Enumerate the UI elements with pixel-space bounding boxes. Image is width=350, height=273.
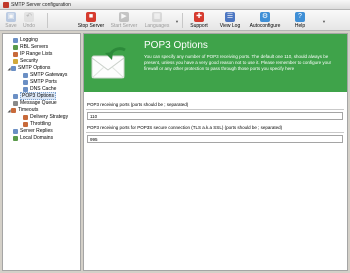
undo-button[interactable]: ↶ Undo [21, 11, 37, 30]
tree-item-pop3-options[interactable]: POP3 Options [13, 92, 56, 100]
save-icon: ▣ [6, 12, 16, 22]
tree-item-server-replies[interactable]: Server Replies [13, 128, 53, 134]
divider [86, 132, 344, 133]
toolbar-separator [47, 13, 48, 28]
settings-tree: Logging RBL Servers IP Range Lists Secur… [2, 33, 81, 271]
support-icon: ✚ [194, 12, 204, 22]
page-description: You can specify any number of POP3 recei… [144, 54, 332, 71]
tree-item-smtp-gateways[interactable]: SMTP Gateways [23, 72, 67, 78]
server-replies-icon [13, 128, 18, 134]
help-dropdown-arrow[interactable]: ▼ [322, 19, 326, 24]
throttling-icon [23, 121, 28, 127]
delivery-strategy-icon [23, 114, 28, 120]
support-button[interactable]: ✚ Support [188, 11, 210, 30]
tree-item-delivery-strategy[interactable]: Delivery Strategy [23, 114, 68, 120]
tree-item-ip-range-lists[interactable]: IP Range Lists [13, 51, 52, 57]
envelope-icon [91, 47, 126, 79]
dns-cache-icon [23, 86, 28, 92]
title-bar: SMTP Server configuration [0, 0, 350, 10]
security-icon [13, 58, 18, 64]
header-banner: POP3 Options You can specify any number … [84, 34, 347, 92]
tree-item-smtp-options[interactable]: ◢ SMTP Options [7, 65, 50, 71]
options-panel: POP3 Options You can specify any number … [83, 33, 348, 271]
pop3-options-icon [13, 93, 18, 99]
languages-button[interactable]: ▦ Languages [143, 11, 171, 30]
help-button[interactable]: ? Help [291, 11, 309, 30]
window-title: SMTP Server configuration [11, 1, 71, 8]
undo-icon: ↶ [24, 12, 34, 22]
save-button[interactable]: ▣ Save [3, 11, 19, 30]
pop3s-ports-input[interactable] [87, 135, 343, 143]
tree-item-security[interactable]: Security [13, 58, 38, 64]
tree-item-logging[interactable]: Logging [13, 37, 38, 43]
view-log-icon: ☰ [225, 12, 235, 22]
tree-item-smtp-ports[interactable]: SMTP Ports [23, 79, 57, 85]
rbl-servers-icon [13, 44, 18, 50]
local-domains-icon [13, 135, 18, 141]
message-queue-icon [13, 100, 18, 106]
languages-icon: ▦ [152, 12, 162, 22]
toolbar-separator [182, 13, 183, 28]
divider [86, 109, 344, 110]
smtp-gateways-icon [23, 72, 28, 78]
timeouts-icon [11, 107, 16, 113]
start-server-icon: ▶ [119, 12, 129, 22]
start-server-button[interactable]: ▶ Start Server [110, 11, 138, 30]
logging-icon [13, 37, 18, 43]
languages-dropdown-arrow[interactable]: ▼ [175, 19, 179, 24]
page-title: POP3 Options [144, 40, 208, 51]
smtp-options-icon [11, 65, 16, 71]
stop-server-button[interactable]: ■ Stop Server [77, 11, 105, 30]
smtp-ports-icon [23, 79, 28, 85]
view-log-button[interactable]: ☰ View Log [219, 11, 241, 30]
pop3-ports-input[interactable] [87, 112, 343, 120]
tree-item-throttling[interactable]: Throttling [23, 121, 51, 127]
tree-item-timeouts[interactable]: ◢ Timeouts [7, 107, 38, 113]
help-icon: ? [295, 12, 305, 22]
autoconfigure-icon: ⚙ [260, 12, 270, 22]
tree-item-message-queue[interactable]: Message Queue [13, 100, 57, 106]
pop3-ports-label: POP3 receiving ports (ports should be ; … [87, 102, 189, 107]
ip-range-lists-icon [13, 51, 18, 57]
stop-server-icon: ■ [86, 12, 96, 22]
tree-item-local-domains[interactable]: Local Domains [13, 135, 53, 141]
autoconfigure-button[interactable]: ⚙ Autoconfigure [248, 11, 282, 30]
tree-item-rbl-servers[interactable]: RBL Servers [13, 44, 48, 50]
pop3s-ports-label: POP3 receiving ports for POP3S secure co… [87, 125, 283, 130]
toolbar: ▣ Save ↶ Undo ■ Stop Server ▶ Start Serv… [0, 10, 350, 31]
app-icon [3, 1, 9, 8]
